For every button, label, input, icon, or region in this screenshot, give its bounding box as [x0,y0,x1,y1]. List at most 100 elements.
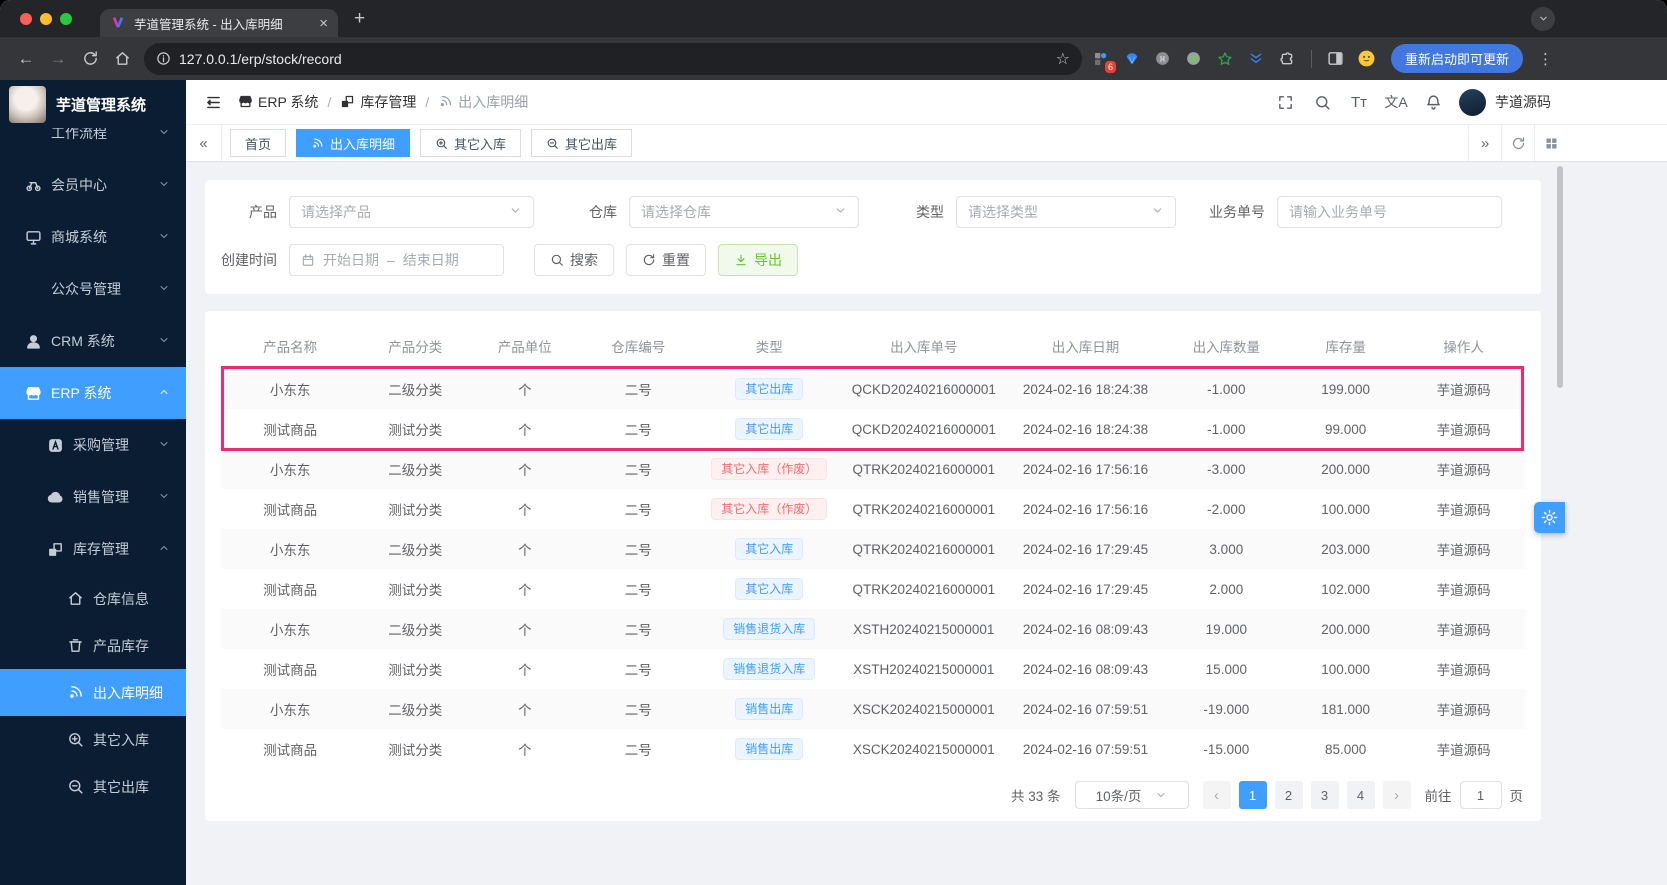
cell-category: 测试分类 [388,743,443,758]
extension-icon-wallet[interactable]: 6 [1090,48,1116,73]
extension-icon-command[interactable]: ⌘ [1152,48,1174,70]
extension-icon-dot[interactable] [1183,48,1205,70]
refresh-tag-button[interactable] [1501,125,1534,161]
sidebar-item-other-out[interactable]: 其它出库 [0,763,186,810]
next-page-button[interactable]: › [1382,781,1411,809]
cell-date: 2024-02-16 17:56:16 [1022,461,1149,477]
tag-other-out[interactable]: 其它出库 [531,129,633,157]
sidebar-item-product-stock[interactable]: 产品库存 [0,622,186,669]
sidebar-item-member[interactable]: 会员中心 [0,159,186,211]
language-icon[interactable]: 文A [1381,87,1411,117]
chevron-up-icon [158,385,170,401]
forward-button[interactable]: → [42,43,74,75]
browser-update-button[interactable]: 重新启动即可更新 [1390,44,1523,73]
address-bar[interactable]: 127.0.0.1/erp/stock/record ☆ [144,42,1082,75]
sidebar: 芋道管理系统 工作流程 会员中心 商城系统 公众号管理 CRM 系统 ERP 系… [0,80,186,885]
tags-scroll-right[interactable]: » [1468,125,1501,161]
browser-tab[interactable]: 芋道管理系统 - 出入库明细 × [100,9,338,37]
export-button[interactable]: 导出 [718,244,798,276]
sidebar-item-erp[interactable]: ERP 系统 [0,367,186,419]
sidebar-item-crm[interactable]: CRM 系统 [0,315,186,367]
type-select[interactable]: 请选择类型 [956,196,1176,228]
tags-menu-button[interactable] [1534,125,1567,161]
sidebar-item-other-in[interactable]: 其它入库 [0,716,186,763]
sidebar-item-warehouse-info[interactable]: 仓库信息 [0,575,186,622]
sidebar-item-stock-record[interactable]: 出入库明细 [0,669,186,716]
sidebar-item-sales[interactable]: 销售管理 [0,471,186,523]
new-tab-button[interactable]: + [354,8,365,30]
home-button[interactable] [106,43,138,75]
tab-search-button[interactable] [1531,6,1555,31]
extension-icon-star[interactable] [1214,48,1236,70]
cell-stock: 200.000 [1321,461,1371,477]
bizno-input[interactable]: 请输入业务单号 [1277,196,1502,228]
cell-product-name: 测试商品 [263,503,318,518]
back-button[interactable]: ← [10,43,42,75]
minimize-window-button[interactable] [40,12,52,25]
bookmark-star-icon[interactable]: ☆ [1056,49,1070,69]
app-window: 芋道管理系统 工作流程 会员中心 商城系统 公众号管理 CRM 系统 ERP 系… [0,80,1667,885]
page-button-1[interactable]: 1 [1238,781,1267,809]
reset-button[interactable]: 重置 [626,244,706,276]
profile-avatar[interactable] [1356,48,1378,70]
cell-stock: 203.000 [1321,541,1371,557]
cell-operator: 芋道源码 [1436,623,1491,638]
page-button-4[interactable]: 4 [1346,781,1375,809]
breadcrumb-stock[interactable]: 库存管理 [340,92,416,112]
scrollbar-thumb[interactable] [1557,166,1563,388]
reload-button[interactable] [74,43,106,75]
font-size-icon[interactable]: Tт [1344,87,1374,117]
mall-icon [24,228,42,246]
tag-stock-record[interactable]: 出入库明细 [296,129,411,157]
cell-product-name: 小东东 [269,383,311,398]
page-size-select[interactable]: 10条/页 [1074,781,1189,809]
fullscreen-icon[interactable] [1270,87,1300,117]
extension-icon-chevrons[interactable] [1245,48,1267,70]
prev-page-button[interactable]: ‹ [1202,781,1231,809]
side-panel-button[interactable] [1325,48,1347,70]
search-icon[interactable] [1307,87,1337,117]
page-button-3[interactable]: 3 [1310,781,1339,809]
browser-menu-icon[interactable]: ⋮ [1532,50,1559,68]
sidebar-item-purchase[interactable]: 采购管理 [0,419,186,471]
url-text[interactable]: 127.0.0.1/erp/stock/record [179,51,1048,67]
chevron-down-icon [158,437,170,453]
warehouse-select[interactable]: 请选择仓库 [629,196,859,228]
sidebar-item-mall[interactable]: 商城系统 [0,211,186,263]
tags-scroll-left[interactable]: « [186,125,222,161]
cell-product-name: 小东东 [269,703,311,718]
settings-fab[interactable] [1534,502,1565,533]
extension-icon-balloon[interactable] [1121,48,1143,70]
cell-quantity: 3.000 [1209,541,1244,557]
boxes-icon [46,540,64,558]
bell-icon[interactable] [1418,87,1448,117]
tags-view: « 首页 出入库明细 其它入库 其它出库 » [186,125,1667,162]
user-avatar[interactable] [1459,88,1486,116]
goto-page-input[interactable] [1459,781,1502,809]
tag-other-in[interactable]: 其它入库 [420,129,522,157]
extensions-puzzle-icon[interactable] [1276,48,1298,70]
cell-category: 二级分类 [388,623,443,638]
search-button[interactable]: 搜索 [534,244,614,276]
house-icon [66,590,84,608]
product-select[interactable]: 请选择产品 [289,196,534,228]
cell-unit: 个 [518,423,532,438]
cell-warehouse: 二号 [624,383,652,398]
cell-operator: 芋道源码 [1436,743,1491,758]
page-button-2[interactable]: 2 [1274,781,1303,809]
cell-unit: 个 [518,583,532,598]
breadcrumb-erp[interactable]: ERP 系统 [238,92,318,112]
cell-warehouse: 二号 [624,463,652,478]
table-row: 测试商品 测试分类 个 二号 销售退货入库 XSTH20240215000001… [221,649,1525,689]
mp-icon [24,280,42,298]
sidebar-item-stock[interactable]: 库存管理 [0,523,186,575]
sidebar-item-mp[interactable]: 公众号管理 [0,263,186,315]
tag-home[interactable]: 首页 [230,129,287,157]
tab-close-icon[interactable]: × [319,15,328,32]
close-window-button[interactable] [20,12,32,25]
date-range-picker[interactable]: 开始日期 – 结束日期 [289,244,504,276]
zoom-window-button[interactable] [60,12,72,25]
breadcrumb-record: 出入库明细 [438,92,528,112]
site-info-icon[interactable] [156,51,171,66]
menu-fold-icon[interactable] [198,94,228,111]
